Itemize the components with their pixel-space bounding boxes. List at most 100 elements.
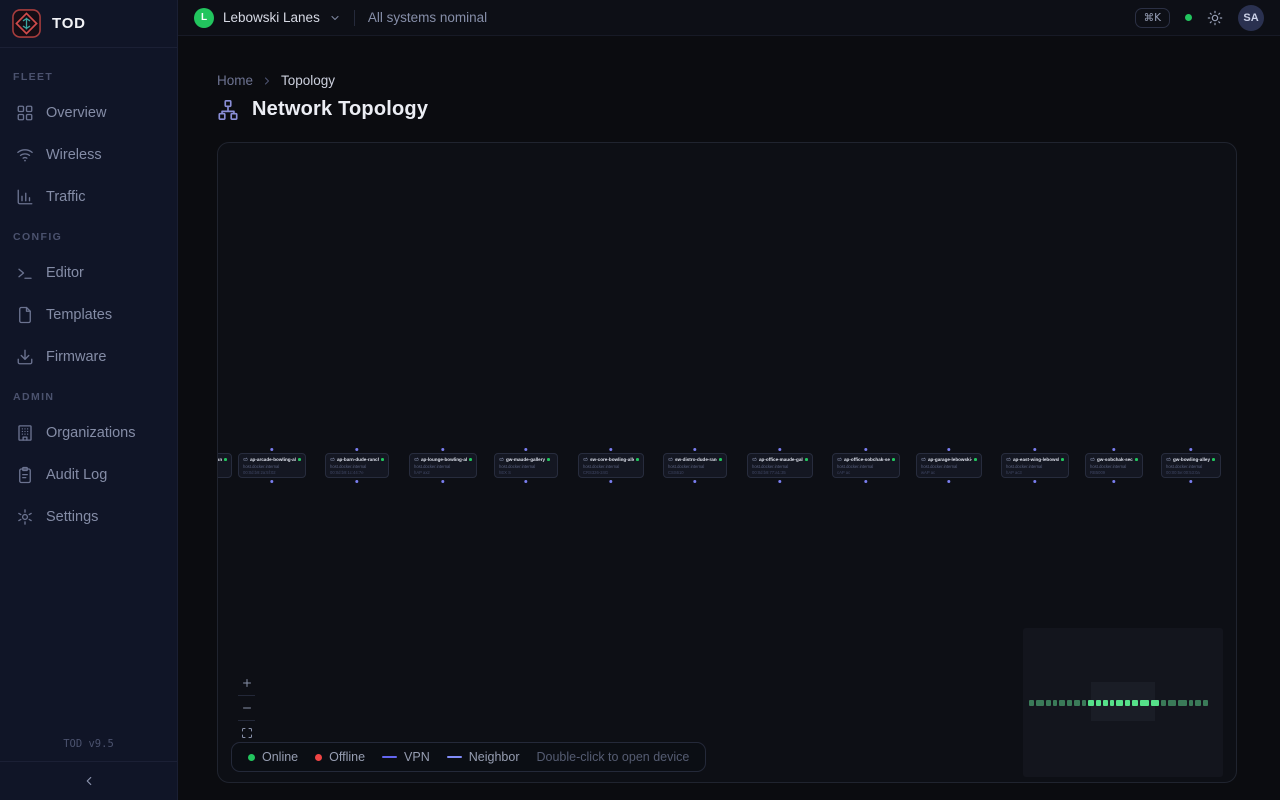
device-icon (837, 457, 842, 462)
device-node[interactable]: gw-bowling-alleyhost.docker.internal00:0… (1161, 453, 1221, 478)
device-node[interactable]: sw-access-dude-ranchhost.docker.internal… (217, 453, 232, 478)
org-switcher[interactable]: L Lebowski Lanes (194, 8, 341, 28)
minimap-node-dash (1046, 700, 1051, 706)
minimap-node-dash (1067, 700, 1072, 706)
app-logo-icon (11, 8, 42, 39)
sidebar-item-wireless[interactable]: Wireless (0, 134, 177, 176)
device-status-dot (636, 458, 639, 461)
minimap-node-dash (1161, 700, 1166, 706)
node-handle-bottom (270, 480, 273, 483)
sidebar-item-audit-log[interactable]: Audit Log (0, 454, 177, 496)
device-host: host.docker.internal (921, 464, 977, 469)
device-node[interactable]: sw-core-bowling-alleyhost.docker.interna… (578, 453, 644, 478)
node-handle-top (947, 448, 950, 451)
node-handle-bottom (1189, 480, 1192, 483)
device-node[interactable]: ap-lounge-bowling-alleyhost.docker.inter… (409, 453, 477, 478)
device-name: gw-sobchak-security (1097, 457, 1133, 462)
device-icon (583, 457, 588, 462)
minimap-node-dash (1082, 700, 1086, 706)
plus-icon (241, 677, 253, 689)
device-status-dot (892, 458, 895, 461)
sidebar-item-label: Wireless (46, 147, 102, 163)
device-node[interactable]: ap-office-maude-galleryhost.docker.inter… (747, 453, 813, 478)
topbar: L Lebowski Lanes All systems nominal ⌘K … (178, 0, 1280, 36)
device-name: sw-core-bowling-alley (590, 457, 634, 462)
breadcrumb-home-link[interactable]: Home (217, 73, 253, 88)
device-host: host.docker.internal (499, 464, 553, 469)
sidebar-item-firmware[interactable]: Firmware (0, 336, 177, 378)
sidebar-nav: FLEETOverviewWirelessTrafficCONFIGEditor… (0, 48, 177, 538)
user-avatar[interactable]: SA (1238, 5, 1264, 31)
minimap-node-dash (1110, 700, 1114, 706)
theme-toggle-button[interactable] (1207, 10, 1223, 26)
minimap-node-dash (1132, 700, 1138, 706)
building-icon (16, 424, 34, 442)
minimap-node-dash (1074, 700, 1080, 706)
device-icon (921, 457, 926, 462)
device-node[interactable]: ap-garage-lebowski-mansionhost.docker.in… (916, 453, 982, 478)
device-name: ap-east-wing-lebowski-mansion (1013, 457, 1059, 462)
download-icon (16, 348, 34, 366)
sun-icon (1207, 10, 1223, 26)
device-meta: 00:00:5e:00:53:0a (1166, 470, 1216, 475)
minimap-node-dash (1203, 700, 1208, 706)
chevron-left-icon (82, 774, 96, 788)
device-node[interactable]: gw-sobchak-securityhost.docker.internalR… (1085, 453, 1143, 478)
device-node[interactable]: ap-arcade-bowling-alleyhost.docker.inter… (238, 453, 306, 478)
device-icon (330, 457, 335, 462)
device-status-dot (298, 458, 301, 461)
device-icon (752, 457, 757, 462)
system-status-text: All systems nominal (368, 10, 487, 25)
legend-label: Offline (329, 750, 365, 764)
device-name: gw-bowling-alley (1173, 457, 1210, 462)
legend-dot-swatch (248, 754, 255, 761)
sidebar-item-traffic[interactable]: Traffic (0, 176, 177, 218)
legend-label: Neighbor (469, 750, 520, 764)
zoom-in-button[interactable] (238, 671, 255, 695)
device-name: ap-arcade-bowling-alley (250, 457, 296, 462)
nav-section-label: FLEET (0, 58, 177, 92)
health-status-dot (1185, 14, 1192, 21)
sidebar-item-settings[interactable]: Settings (0, 496, 177, 538)
device-node[interactable]: ap-barn-dude-ranchhost.docker.internal00… (325, 453, 389, 478)
topology-canvas[interactable]: OnlineOfflineVPNNeighborDouble-click to … (217, 142, 1237, 783)
topbar-right: ⌘K SA (1135, 5, 1264, 31)
device-node[interactable]: sw-distro-dude-ranchhost.docker.internal… (663, 453, 727, 478)
node-handle-bottom (355, 480, 358, 483)
sidebar-item-label: Templates (46, 307, 112, 323)
device-status-dot (974, 458, 977, 461)
device-meta: CSS610 (217, 470, 227, 475)
sidebar-item-label: Firmware (46, 349, 106, 365)
sidebar-item-label: Editor (46, 265, 84, 281)
node-handle-bottom (441, 480, 444, 483)
sidebar-collapse-button[interactable] (0, 761, 177, 800)
canvas-minimap[interactable] (1023, 628, 1223, 777)
device-node[interactable]: ap-east-wing-lebowski-mansionhost.docker… (1001, 453, 1069, 478)
minimap-node-dash (1178, 700, 1187, 706)
sidebar-item-overview[interactable]: Overview (0, 92, 177, 134)
device-node[interactable]: ap-office-sobchak-securityhost.docker.in… (832, 453, 900, 478)
minimap-node-dash (1029, 700, 1034, 706)
device-name: sw-distro-dude-ranch (675, 457, 717, 462)
legend-item-vpn: VPN (382, 750, 430, 764)
node-handle-bottom (524, 480, 527, 483)
topology-icon (217, 99, 239, 121)
device-node[interactable]: gw-maude-galleryhost.docker.internalhEX … (494, 453, 558, 478)
device-name: gw-maude-gallery (506, 457, 545, 462)
device-host: host.docker.internal (752, 464, 808, 469)
node-handle-top (693, 448, 696, 451)
sidebar-item-organizations[interactable]: Organizations (0, 412, 177, 454)
org-avatar: L (194, 8, 214, 28)
sidebar: TOD FLEETOverviewWirelessTrafficCONFIGEd… (0, 0, 178, 800)
sidebar-item-templates[interactable]: Templates (0, 294, 177, 336)
device-status-dot (1061, 458, 1064, 461)
legend-line-swatch (447, 756, 462, 759)
device-status-dot (1135, 458, 1138, 461)
command-palette-shortcut[interactable]: ⌘K (1135, 8, 1170, 28)
zoom-out-button[interactable] (238, 696, 255, 720)
device-meta: 00:0d:b9:1c:44:7e (330, 470, 384, 475)
device-meta: 00:0d:b9:2a:5f:02 (243, 470, 301, 475)
app-name: TOD (52, 15, 86, 32)
sidebar-item-editor[interactable]: Editor (0, 252, 177, 294)
bar-chart-icon (16, 188, 34, 206)
